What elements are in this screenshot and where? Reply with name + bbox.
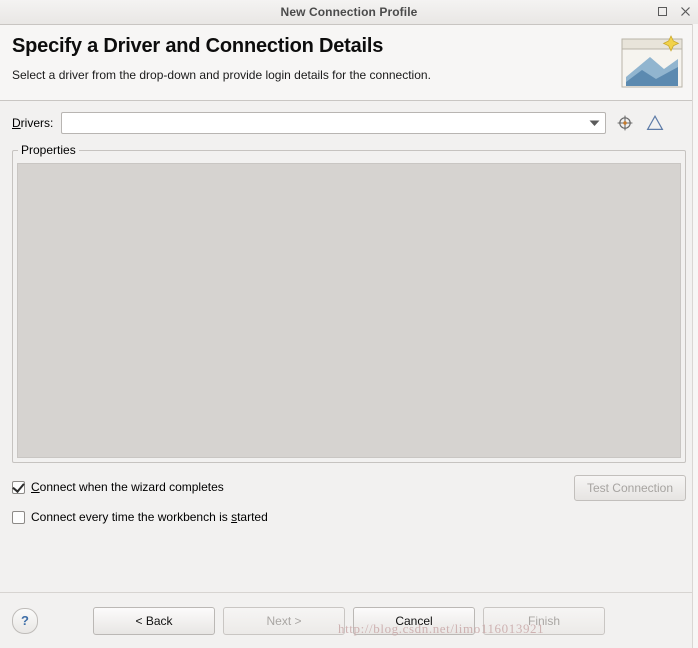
connect-on-complete-checkbox[interactable] bbox=[12, 480, 25, 494]
help-button[interactable]: ? bbox=[12, 607, 38, 634]
window-title: New Connection Profile bbox=[280, 5, 418, 19]
connect-on-startup-label: Connect every time the workbench is star… bbox=[31, 510, 268, 524]
drivers-label: Drivers: bbox=[12, 116, 54, 130]
driver-warning-icon[interactable] bbox=[644, 112, 666, 134]
close-icon[interactable] bbox=[677, 3, 694, 20]
properties-content-area[interactable] bbox=[17, 163, 681, 458]
drivers-row: Drivers: bbox=[12, 111, 686, 135]
watermark-text: http://blog.csdn.net/limo116013921 bbox=[338, 621, 545, 636]
maximize-icon[interactable] bbox=[654, 3, 671, 20]
page-subtitle: Select a driver from the drop-down and p… bbox=[12, 68, 431, 82]
chevron-down-icon[interactable] bbox=[583, 113, 605, 133]
page-title: Specify a Driver and Connection Details bbox=[12, 35, 384, 57]
connect-on-complete-label: Connect when the wizard completes bbox=[31, 480, 224, 494]
wizard-header: Specify a Driver and Connection Details … bbox=[0, 25, 698, 101]
background-window-edge bbox=[692, 24, 698, 648]
dialog-body: Drivers: Properties Connect when the wiz… bbox=[0, 101, 698, 592]
next-button[interactable]: Next > bbox=[223, 606, 345, 635]
properties-group-title: Properties bbox=[18, 143, 79, 157]
dialog-footer: ? < Back Next > Cancel Finish bbox=[0, 592, 698, 648]
options-area: Connect when the wizard completes Connec… bbox=[12, 475, 686, 527]
properties-group: Properties bbox=[12, 143, 686, 463]
connect-on-startup-checkbox[interactable] bbox=[12, 510, 25, 524]
test-connection-button[interactable]: Test Connection bbox=[574, 475, 686, 501]
new-driver-definition-icon[interactable] bbox=[614, 112, 636, 134]
database-wizard-icon bbox=[616, 33, 688, 93]
new-connection-profile-dialog: New Connection Profile Specify a Driver … bbox=[0, 0, 698, 648]
option-row-connect-on-startup[interactable]: Connect every time the workbench is star… bbox=[12, 507, 686, 527]
window-controls bbox=[654, 3, 694, 20]
back-button[interactable]: < Back bbox=[93, 606, 215, 635]
background-window-link-sliver bbox=[693, 305, 698, 319]
title-bar[interactable]: New Connection Profile bbox=[0, 0, 698, 25]
drivers-combo[interactable] bbox=[61, 112, 607, 134]
